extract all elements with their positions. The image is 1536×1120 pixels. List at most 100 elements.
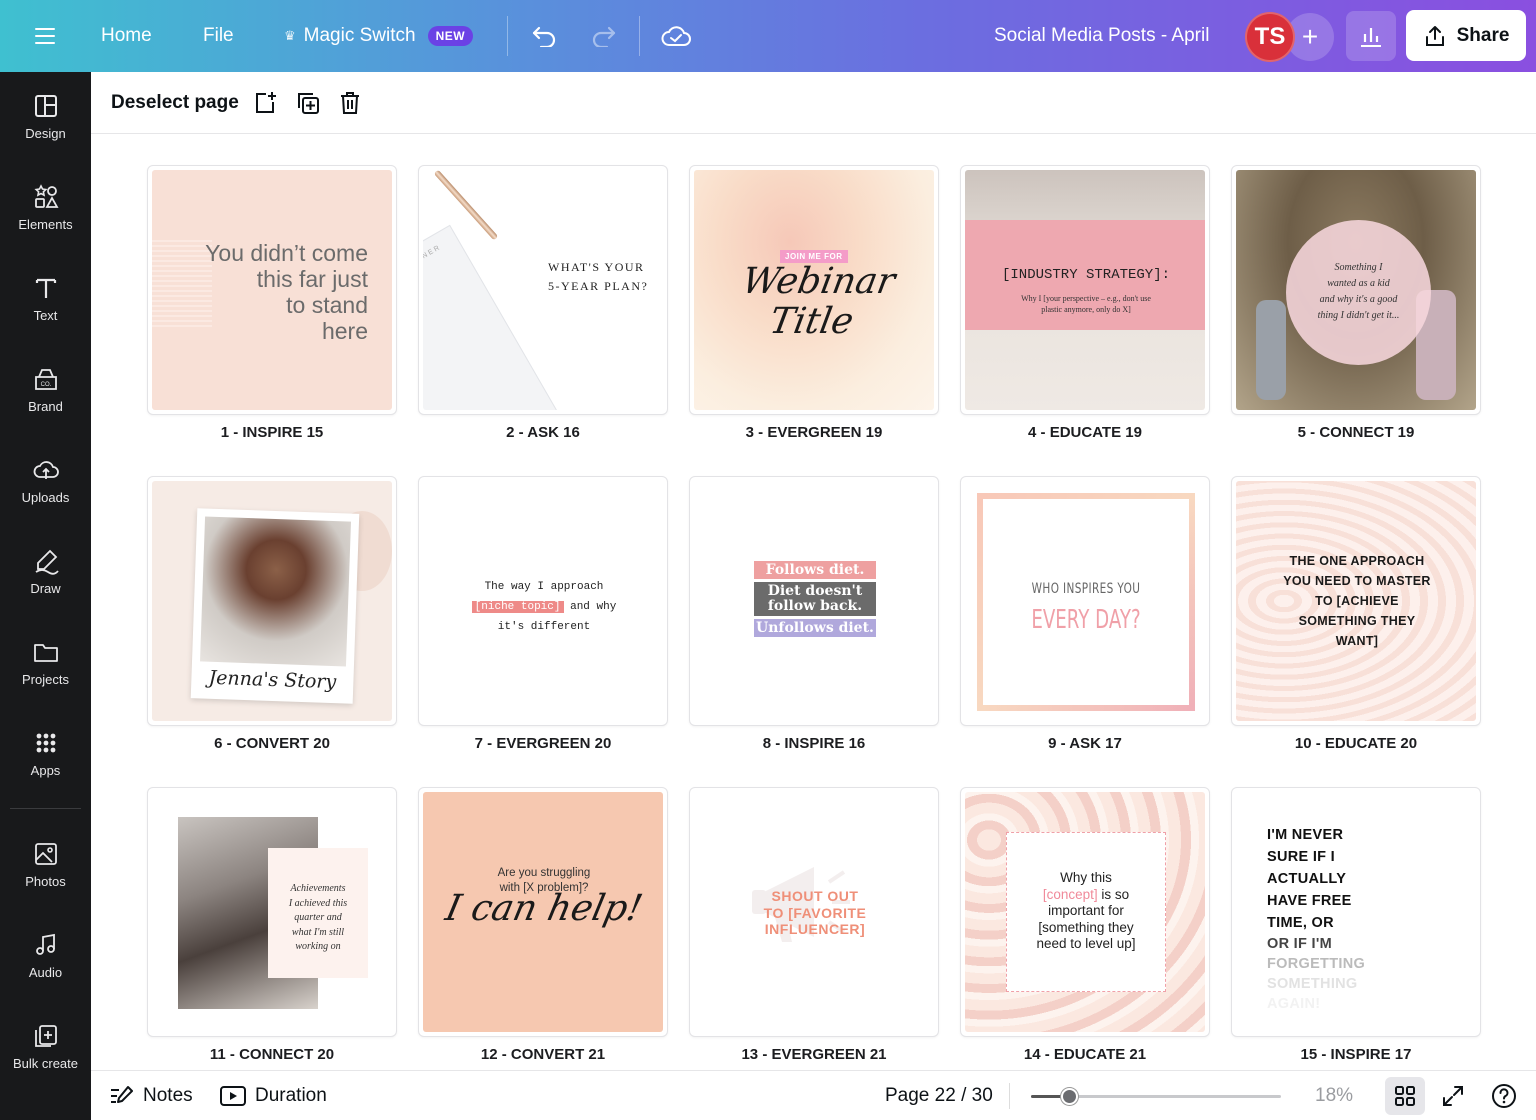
redo-icon[interactable] <box>590 0 618 72</box>
zoom-percentage[interactable]: 18% <box>1315 1071 1353 1120</box>
document-title[interactable]: Social Media Posts - April <box>994 0 1209 72</box>
grid-view-button[interactable] <box>1385 1077 1425 1115</box>
page-thumbnail[interactable]: I'M NEVER SURE IF I ACTUALLY HAVE FREE T… <box>1231 787 1481 1037</box>
page-text: Jenna's Story <box>208 666 337 694</box>
add-page-icon[interactable] <box>250 88 280 118</box>
page-text: THE ONE APPROACH <box>1289 554 1425 568</box>
page-text: AGAIN! <box>1267 996 1321 1012</box>
sidebar-item-uploads[interactable]: Uploads <box>0 440 91 520</box>
zoom-slider[interactable] <box>1031 1088 1281 1105</box>
page-text: [INDUSTRY STRATEGY]: <box>1001 267 1171 283</box>
user-avatar[interactable]: TS <box>1245 12 1295 62</box>
page-thumbnail[interactable]: The way I approach [niche topic] and why… <box>418 476 668 726</box>
duration-button[interactable]: Duration <box>219 1071 327 1120</box>
page-thumbnail[interactable]: [INDUSTRY STRATEGY]: Why I [your perspec… <box>960 165 1210 415</box>
sidebar-item-bulk-create[interactable]: Bulk create <box>0 1006 91 1086</box>
toolbar-divider <box>639 16 640 56</box>
sidebar-item-label: Brand <box>28 398 63 414</box>
page-text: You didn’t come <box>205 240 368 266</box>
page-thumbnail[interactable]: You didn’t come this far just to stand h… <box>147 165 397 415</box>
page-thumbnail[interactable]: WHO INSPIRES YOU EVERY DAY? <box>960 476 1210 726</box>
portrait-photo <box>200 516 351 667</box>
page-text: INFLUENCER] <box>764 921 866 937</box>
undo-icon[interactable] <box>530 0 558 72</box>
bar-chart-icon <box>1361 28 1381 47</box>
page-text: Title <box>766 301 857 342</box>
page-text: FORGETTING <box>1267 956 1366 972</box>
page-text: SURE IF I <box>1267 849 1335 865</box>
page-thumbnail[interactable]: JOIN ME FOR Webinar Title <box>689 165 939 415</box>
help-icon[interactable] <box>1491 1071 1517 1120</box>
notes-button[interactable]: Notes <box>109 1071 193 1120</box>
apps-grid-icon <box>36 733 55 752</box>
page-thumbnail[interactable]: YEARLY PLANNER WHAT'S YOUR 5-YEAR PLAN? <box>418 165 668 415</box>
cloud-upload-icon <box>33 460 59 479</box>
sidebar-item-label: Audio <box>28 964 63 980</box>
page-text: plastic anymore, only do X] <box>1041 305 1131 314</box>
page-toolbar: Deselect page <box>91 72 1536 134</box>
page-text: this far just <box>256 266 368 292</box>
page-text: YOU NEED TO MASTER <box>1283 574 1431 588</box>
sidebar-item-photos[interactable]: Photos <box>0 824 91 904</box>
page-text: important for <box>1048 903 1124 918</box>
page-thumbnail[interactable]: Are you struggling with [X problem]? I c… <box>418 787 668 1037</box>
sidebar-item-label: Uploads <box>21 489 70 505</box>
trash-icon[interactable] <box>335 88 365 118</box>
sidebar-item-design[interactable]: Design <box>0 76 91 156</box>
page-indicator[interactable]: Page 22 / 30 <box>885 1071 993 1120</box>
insights-button[interactable] <box>1346 11 1396 61</box>
sidebar-item-apps[interactable]: Apps <box>0 713 91 793</box>
page-text: Are you struggling <box>497 867 591 879</box>
deselect-page-button[interactable]: Deselect page <box>111 72 239 134</box>
sidebar-item-draw[interactable]: Draw <box>0 531 91 611</box>
page-text: Why I [your perspective – e.g., don't us… <box>1021 294 1151 303</box>
cloud-saved-icon[interactable] <box>660 0 692 72</box>
page-text: WHO INSPIRES YOU <box>1031 581 1141 597</box>
page-highlight-text: [concept] <box>1042 886 1098 902</box>
fullscreen-icon[interactable] <box>1441 1071 1465 1120</box>
sidebar-item-label: Text <box>33 307 58 323</box>
share-button[interactable]: Share <box>1406 10 1526 61</box>
page-thumbnail[interactable]: Jenna's Story <box>147 476 397 726</box>
page-text: SOMETHING THEY <box>1298 614 1416 628</box>
page-label: 9 - ASK 17 <box>1048 735 1122 752</box>
page-text: HAVE FREE <box>1267 893 1352 909</box>
page-thumbnail[interactable]: Achievements I achieved this quarter and… <box>147 787 397 1037</box>
sidebar-item-label: Elements <box>18 216 73 232</box>
sidebar-item-elements[interactable]: Elements <box>0 167 91 247</box>
sidebar-item-text[interactable]: Text <box>0 258 91 338</box>
page-thumbnail[interactable]: THE ONE APPROACH YOU NEED TO MASTER TO [… <box>1231 476 1481 726</box>
page-thumbnail[interactable]: SHOUT OUT TO [FAVORITE INFLUENCER] <box>689 787 939 1037</box>
page-label: 5 - CONNECT 19 <box>1297 424 1415 441</box>
pages-grid: You didn’t come this far just to stand h… <box>91 134 1536 1070</box>
page-thumbnail[interactable]: Something I wanted as a kid and why it's… <box>1231 165 1481 415</box>
duplicate-page-icon[interactable] <box>293 88 323 118</box>
planner-text: YEARLY PLANNER <box>423 243 443 295</box>
page-text: WANT] <box>1335 634 1379 648</box>
page-text: Follows diet. <box>754 561 876 579</box>
page-label: 2 - ASK 16 <box>506 424 580 441</box>
page-text: [something they <box>1038 919 1134 935</box>
zoom-slider-handle[interactable] <box>1060 1088 1078 1105</box>
page-text: Webinar <box>739 261 899 302</box>
page-text: working on <box>295 941 341 952</box>
sidebar-item-audio[interactable]: Audio <box>0 915 91 995</box>
page-text: Unfollows diet. <box>754 619 876 637</box>
duration-label: Duration <box>255 1085 327 1106</box>
notes-label: Notes <box>143 1085 193 1106</box>
page-thumbnail[interactable]: Follows diet. Diet doesn't follow back. … <box>689 476 939 726</box>
share-upload-icon <box>1425 25 1444 46</box>
file-menu-button[interactable]: File <box>203 0 234 72</box>
sidebar-item-label: Design <box>25 125 66 141</box>
shapes-icon <box>33 183 59 208</box>
page-label: 15 - INSPIRE 17 <box>1300 1046 1412 1063</box>
sidebar-item-brand[interactable]: CO. Brand <box>0 349 91 429</box>
home-button[interactable]: Home <box>101 0 152 72</box>
bottom-divider <box>1009 1083 1010 1109</box>
sidebar-item-projects[interactable]: Projects <box>0 622 91 702</box>
page-thumbnail[interactable]: Why this [concept] is so important for [… <box>960 787 1210 1037</box>
page-text: thing I didn't get it... <box>1317 310 1400 321</box>
page-text: SHOUT OUT <box>771 888 859 904</box>
magic-switch-button[interactable]: ♛ Magic Switch NEW <box>284 0 474 72</box>
menu-hamburger-icon[interactable] <box>28 0 62 72</box>
